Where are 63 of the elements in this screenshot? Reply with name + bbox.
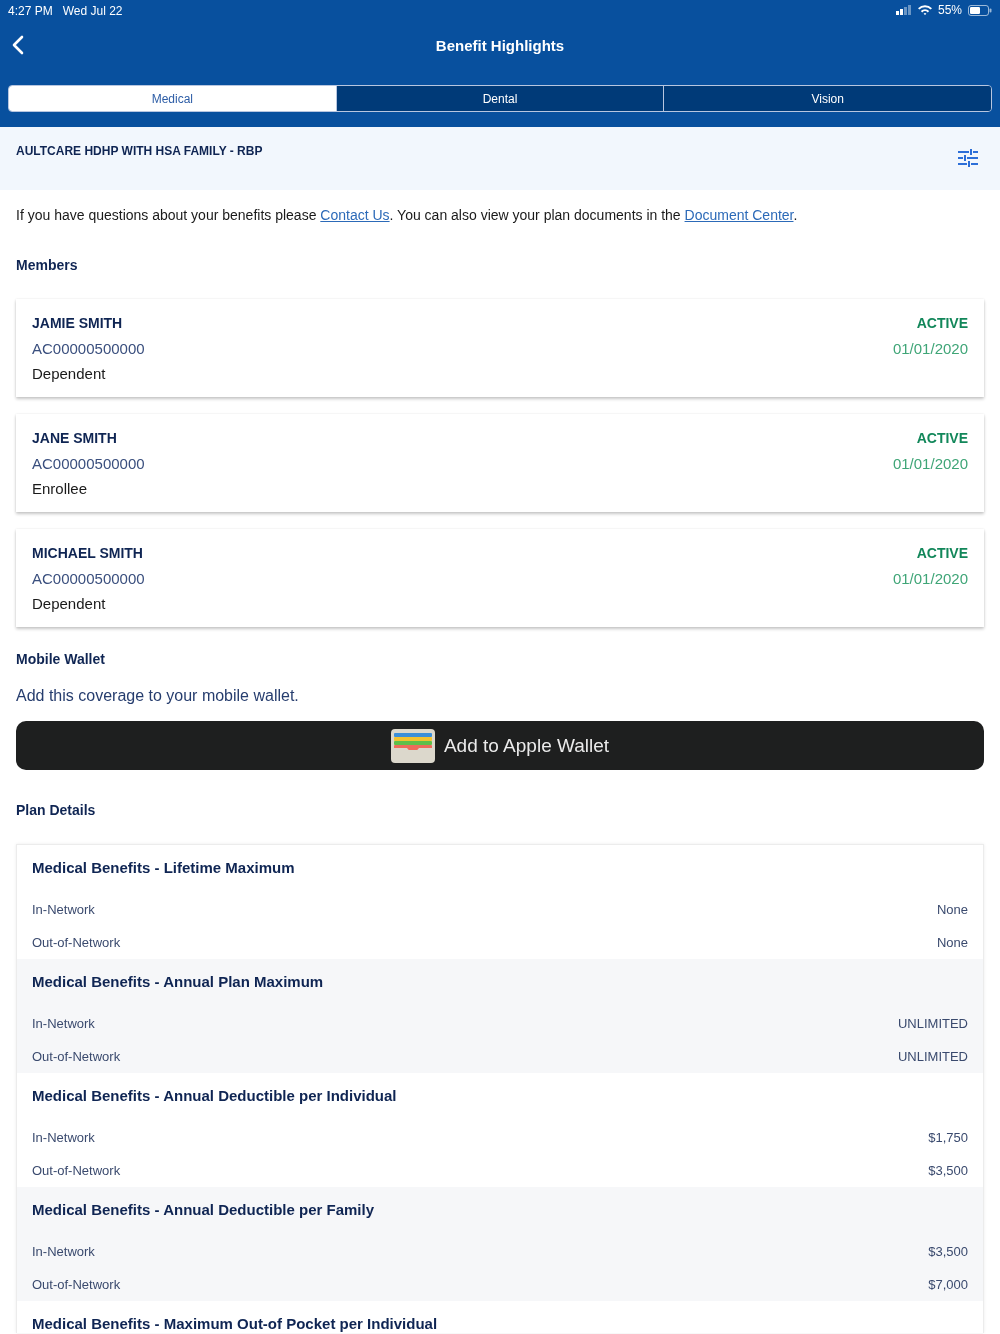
tab[interactable]: Dental <box>335 86 664 111</box>
status-date: Wed Jul 22 <box>62 3 123 18</box>
member-id: AC00000500000 <box>32 339 145 359</box>
apple-wallet-button[interactable]: Add to Apple Wallet <box>16 721 984 770</box>
plan-name: AULTCARE HDHP WITH HSA FAMILY - RBP <box>16 144 263 158</box>
member-role: Enrollee <box>32 479 88 499</box>
tab[interactable]: Medical <box>9 86 336 111</box>
network-label: Out-of-Network <box>32 1163 121 1178</box>
page-title: Benefit Highlights <box>435 36 565 54</box>
member-name: MICHAEL SMITH <box>32 544 143 563</box>
member-id: AC00000500000 <box>32 454 145 474</box>
member-status: ACTIVE <box>916 544 968 563</box>
network-label: In-Network <box>32 1016 95 1031</box>
status-time: 4:27 PM <box>8 3 53 18</box>
coverage-date: 01/01/2020 <box>892 339 968 359</box>
filter-button[interactable] <box>958 149 978 167</box>
benefit-value: UNLIMITED <box>897 1016 968 1031</box>
member-role: Dependent <box>32 594 106 614</box>
back-icon <box>12 35 24 55</box>
coverage-date: 01/01/2020 <box>892 454 968 474</box>
benefit-value: $1,750 <box>928 1130 968 1145</box>
section-heading: Members <box>16 256 79 274</box>
benefit-title: Medical Benefits - Annual Deductible per Individual <box>32 1086 398 1105</box>
coverage-date: 01/01/2020 <box>892 569 968 589</box>
back-button[interactable] <box>12 35 24 55</box>
benefit-title: Medical Benefits - Annual Deductible per Family <box>32 1200 375 1219</box>
member-status: ACTIVE <box>916 429 968 448</box>
network-label: In-Network <box>32 1130 95 1145</box>
benefit-value: $7,000 <box>928 1277 968 1292</box>
member-card[interactable]: JAMIE SMITH AC00000500000 Dependent ACTIVE 01/01/2020 <box>16 299 984 397</box>
text-link[interactable]: Contact Us <box>320 207 390 223</box>
benefit-value: None <box>936 935 968 950</box>
member-status: ACTIVE <box>916 314 968 333</box>
benefit-title: Medical Benefits - Lifetime Maximum <box>32 858 296 877</box>
benefit-title: Medical Benefits - Annual Plan Maximum <box>32 972 325 991</box>
benefit-value: $3,500 <box>928 1244 968 1259</box>
sliders-icon <box>958 149 978 167</box>
network-label: Out-of-Network <box>32 1277 121 1292</box>
wallet-icon <box>390 728 435 763</box>
benefit-title: Medical Benefits - Maximum Out-of Pocket per Individual <box>32 1314 439 1333</box>
text-link[interactable]: Document Center <box>684 207 794 223</box>
benefit-value: $3,500 <box>928 1163 968 1178</box>
network-label: In-Network <box>32 902 95 917</box>
intro-text: If you have questions about your benefits please Contact Us. You can also view your plan documents in the Document Center. <box>16 206 799 224</box>
battery-icon <box>968 4 992 16</box>
member-card[interactable]: JANE SMITH AC00000500000 Enrollee ACTIVE 01/01/2020 <box>16 414 984 512</box>
battery-percent: 55% <box>937 3 962 17</box>
member-role: Dependent <box>32 364 106 384</box>
section-heading: Plan Details <box>16 801 97 819</box>
network-label: Out-of-Network <box>32 935 121 950</box>
benefit-value: None <box>936 902 968 917</box>
member-card[interactable]: MICHAEL SMITH AC00000500000 Dependent ACTIVE 01/01/2020 <box>16 529 984 627</box>
member-name: JAMIE SMITH <box>32 314 123 333</box>
member-name: JANE SMITH <box>32 429 117 448</box>
wallet-description: Add this coverage to your mobile wallet. <box>16 686 300 706</box>
wifi-icon <box>917 5 932 15</box>
tab[interactable]: Vision <box>663 86 991 111</box>
network-label: In-Network <box>32 1244 95 1259</box>
network-label: Out-of-Network <box>32 1049 121 1064</box>
benefit-value: UNLIMITED <box>897 1049 968 1064</box>
member-id: AC00000500000 <box>32 569 145 589</box>
signal-icon <box>895 5 912 15</box>
section-heading: Mobile Wallet <box>16 650 106 668</box>
